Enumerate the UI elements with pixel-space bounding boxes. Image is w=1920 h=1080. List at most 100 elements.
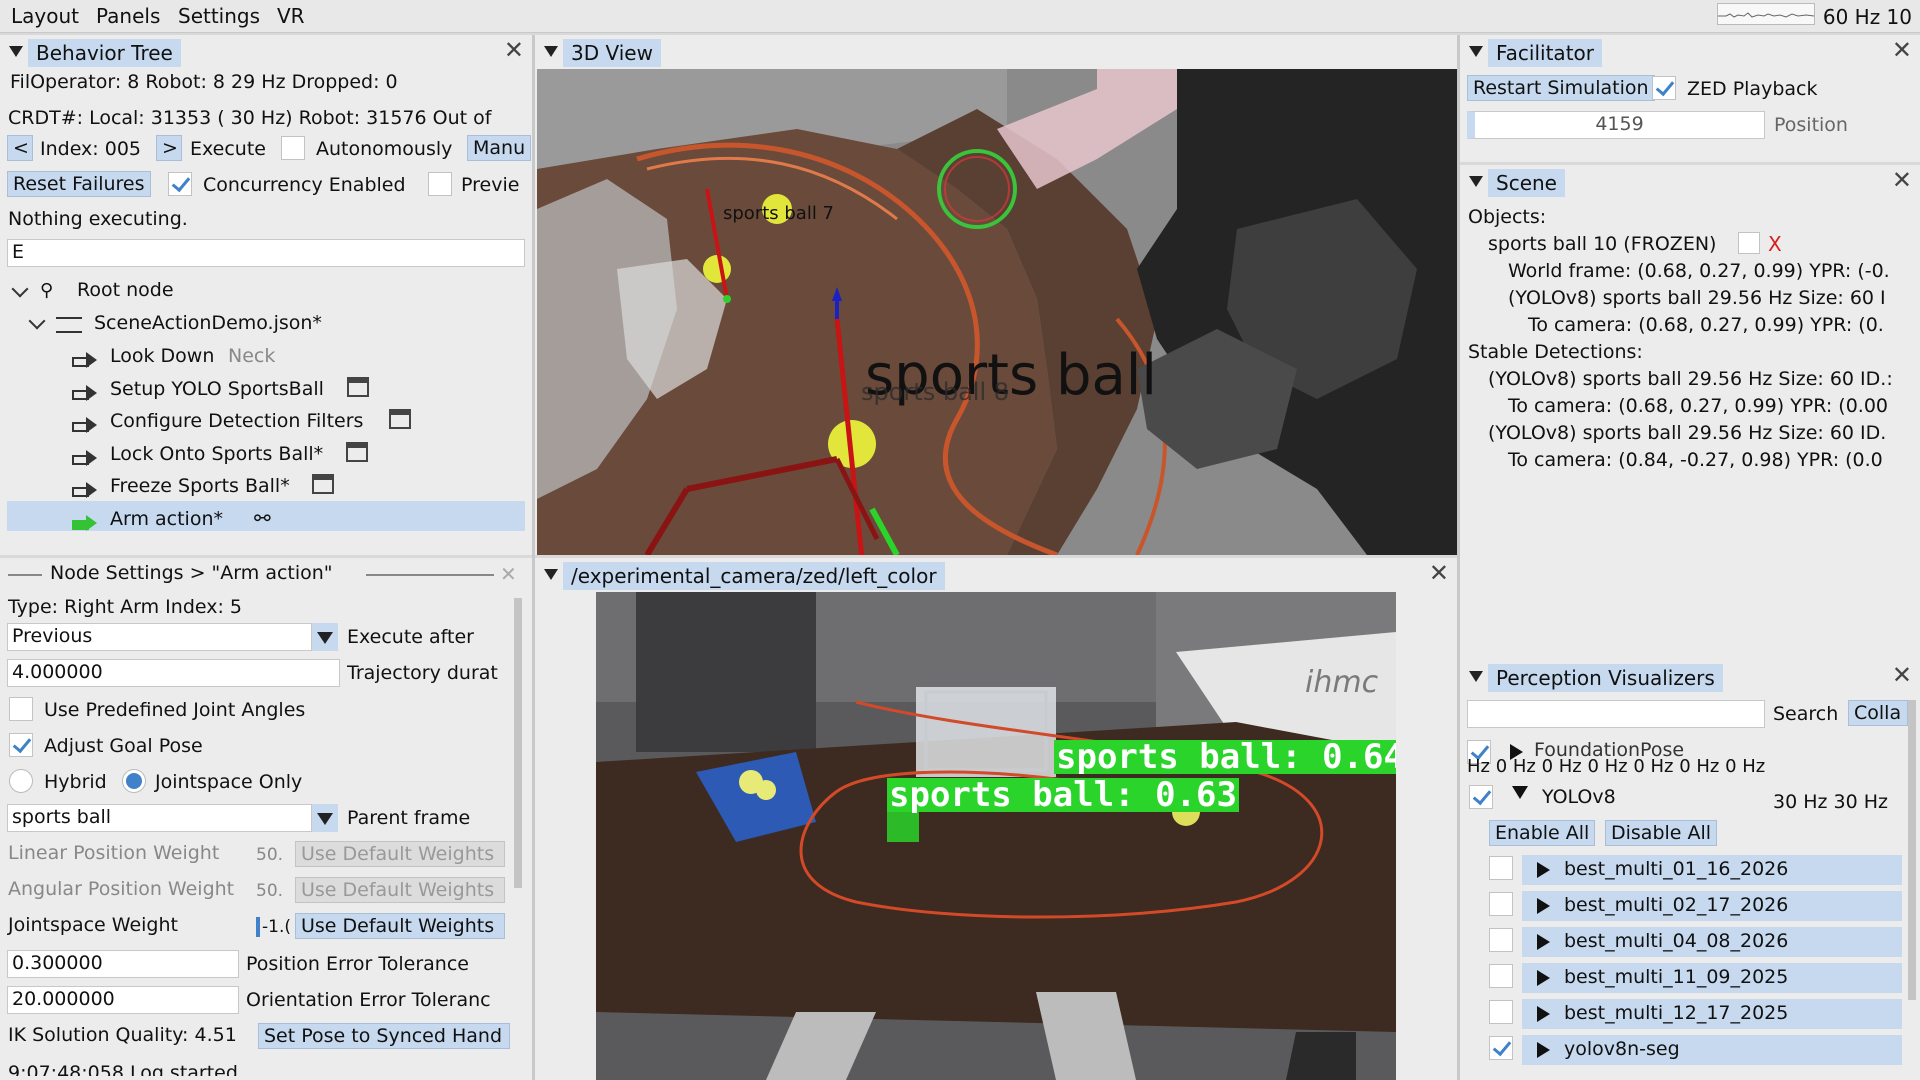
collapse-triangle-icon[interactable] [544, 46, 558, 57]
restart-simulation-button[interactable]: Restart Simulation [1467, 75, 1655, 101]
collapse-all-button[interactable]: Colla [1848, 700, 1908, 726]
view3d-canvas[interactable] [537, 69, 1457, 555]
yolo-checkbox[interactable] [1469, 785, 1493, 809]
expand-triangle-icon[interactable] [1537, 1042, 1550, 1058]
enable-all-button[interactable]: Enable All [1489, 820, 1596, 846]
expand-triangle-icon[interactable] [1537, 1006, 1550, 1022]
splitter[interactable] [532, 35, 535, 1080]
list-item[interactable]: best_multi_11_09_2025 [1522, 963, 1902, 993]
close-icon[interactable]: ✕ [504, 36, 524, 64]
tree-look-down[interactable]: Look Down [110, 345, 214, 367]
parent-frame-select[interactable]: sports ball [7, 804, 312, 832]
model-checkbox[interactable] [1489, 1000, 1513, 1024]
scrollbar[interactable] [1908, 700, 1916, 1000]
list-item[interactable]: best_multi_02_17_2026 [1522, 891, 1902, 921]
concurrency-checkbox[interactable] [168, 172, 192, 196]
jointspace-weight-value[interactable]: -1.( [256, 917, 291, 937]
chevron-down-icon[interactable] [28, 312, 46, 330]
close-icon[interactable]: ✕ [1892, 36, 1912, 64]
manual-button[interactable]: Manu [467, 135, 531, 161]
list-item[interactable]: best_multi_12_17_2025 [1522, 999, 1902, 1029]
autonomously-checkbox[interactable] [281, 136, 305, 160]
close-icon[interactable]: ✕ [1429, 559, 1449, 587]
collapse-triangle-icon[interactable] [1469, 46, 1483, 57]
jointspace-only-label: Jointspace Only [155, 771, 303, 793]
scrollbar[interactable] [514, 598, 522, 888]
camera-tab[interactable]: /experimental_camera/zed/left_color [563, 562, 945, 590]
tree-freeze-ball[interactable]: Freeze Sports Ball* [110, 475, 290, 497]
list-item[interactable]: best_multi_01_16_2026 [1522, 855, 1902, 885]
close-icon[interactable]: ✕ [500, 562, 517, 586]
view3d-tab[interactable]: 3D View [563, 39, 661, 67]
collapse-triangle-icon[interactable] [1469, 671, 1483, 682]
remove-object-icon[interactable]: X [1768, 232, 1782, 256]
expand-triangle-icon[interactable] [1537, 934, 1550, 950]
trajectory-duration-input[interactable]: 4.000000 [7, 659, 340, 687]
position-slider[interactable]: 4159 [1467, 111, 1765, 139]
linear-weight-value[interactable]: 50. [256, 845, 283, 865]
tree-lock-onto-ball[interactable]: Lock Onto Sports Ball* [110, 443, 323, 465]
model-checkbox[interactable] [1489, 1036, 1513, 1060]
dropdown-arrow-icon[interactable] [312, 804, 338, 832]
reset-failures-button[interactable]: Reset Failures [7, 171, 151, 197]
jointspace-only-radio[interactable] [122, 769, 146, 793]
use-predefined-checkbox[interactable] [9, 697, 33, 721]
panel-grip[interactable] [366, 574, 494, 576]
collapse-triangle-icon[interactable] [1512, 786, 1528, 799]
use-default-weights-button[interactable]: Use Default Weights [295, 841, 505, 867]
execute-button[interactable]: Execute [190, 138, 266, 160]
model-checkbox[interactable] [1489, 964, 1513, 988]
expand-triangle-icon[interactable] [1537, 970, 1550, 986]
menu-layout[interactable]: Layout [11, 4, 79, 28]
menu-settings[interactable]: Settings [178, 4, 260, 28]
frozen-checkbox[interactable] [1738, 232, 1760, 254]
index-next-button[interactable]: > [156, 135, 182, 161]
collapse-triangle-icon[interactable] [9, 46, 23, 57]
facilitator-tab[interactable]: Facilitator [1488, 39, 1602, 67]
use-default-weights-button[interactable]: Use Default Weights [295, 913, 505, 939]
model-checkbox[interactable] [1489, 928, 1513, 952]
behavior-tree-tab[interactable]: Behavior Tree [28, 39, 181, 67]
list-item[interactable]: yolov8n-seg [1522, 1035, 1902, 1065]
execute-after-select[interactable]: Previous [7, 623, 312, 651]
model-checkbox[interactable] [1489, 892, 1513, 916]
zed-playback-checkbox[interactable] [1652, 76, 1676, 100]
menu-vr[interactable]: VR [277, 4, 305, 28]
scene-tab[interactable]: Scene [1488, 169, 1565, 197]
close-icon[interactable]: ✕ [1892, 166, 1912, 194]
tree-configure-filters[interactable]: Configure Detection Filters [110, 410, 363, 432]
expand-triangle-icon[interactable] [1537, 898, 1550, 914]
perception-tab[interactable]: Perception Visualizers [1488, 664, 1723, 692]
close-icon[interactable]: ✕ [1892, 661, 1912, 689]
tree-root-node[interactable]: Root node [77, 279, 174, 301]
tree-setup-yolo[interactable]: Setup YOLO SportsBall [110, 378, 324, 400]
expand-triangle-icon[interactable] [1537, 862, 1550, 878]
use-default-weights-button[interactable]: Use Default Weights [295, 877, 505, 903]
angular-weight-value[interactable]: 50. [256, 881, 283, 901]
model-checkbox[interactable] [1489, 856, 1513, 880]
panel-grip[interactable] [8, 574, 42, 576]
tree-arm-action[interactable]: Arm action* [110, 508, 223, 530]
collapse-triangle-icon[interactable] [544, 569, 558, 580]
dropdown-arrow-icon[interactable] [312, 623, 338, 651]
index-prev-button[interactable]: < [7, 135, 33, 161]
tree-scene-action-file[interactable]: SceneActionDemo.json* [94, 312, 322, 334]
position-tolerance-input[interactable]: 0.300000 [7, 950, 239, 978]
tree-filter-input[interactable]: E [7, 239, 525, 267]
list-item[interactable]: best_multi_04_08_2026 [1522, 927, 1902, 957]
stable-detection-2-camera: To camera: (0.84, -0.27, 0.98) YPR: (0.0 [1508, 449, 1883, 471]
adjust-goal-checkbox[interactable] [9, 733, 33, 757]
menu-panels[interactable]: Panels [96, 4, 160, 28]
sports-ball-label-shadow: sports ball 8 [861, 378, 1010, 406]
visualizer-search-input[interactable] [1467, 700, 1765, 728]
camera-image[interactable] [596, 592, 1396, 1080]
chevron-down-icon[interactable] [11, 280, 29, 298]
disable-all-button[interactable]: Disable All [1605, 820, 1718, 846]
set-pose-button[interactable]: Set Pose to Synced Hand [258, 1023, 510, 1049]
preview-checkbox[interactable] [428, 172, 452, 196]
collapse-triangle-icon[interactable] [1469, 176, 1483, 187]
orientation-tolerance-input[interactable]: 20.000000 [7, 986, 239, 1014]
action-arrow-icon [72, 385, 98, 401]
hybrid-radio[interactable] [9, 769, 33, 793]
splitter[interactable] [1457, 35, 1460, 1080]
